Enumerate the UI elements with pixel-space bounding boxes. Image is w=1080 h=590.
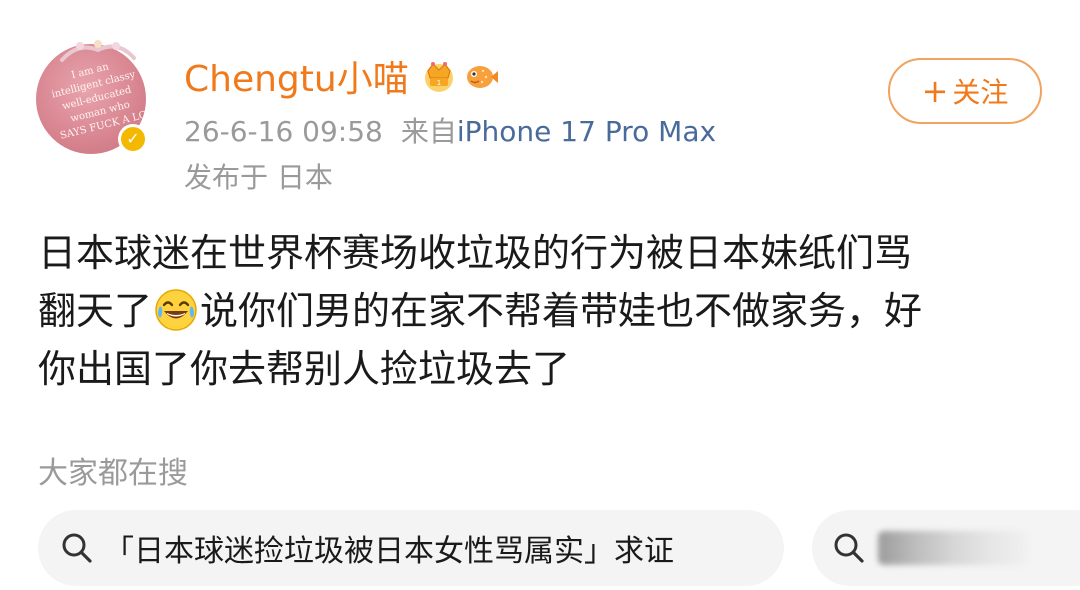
post-content: 日本球迷在世界杯赛场收垃圾的行为被日本妹纸们骂 翻天了 说你们男的在家不帮着带娃… [38,224,1048,398]
blurred-search-chip-label [878,531,1028,565]
pufferfish-badge-icon[interactable] [463,58,499,94]
search-icon [62,533,92,563]
search-chip[interactable] [812,510,1080,586]
post-location: 发布于 日本 [184,161,333,194]
search-chip[interactable]: 「日本球迷捡垃圾被日本女性骂属实」求证 [38,510,784,586]
author-name[interactable]: Chengtu小喵 [184,50,409,102]
post-text-segment: 翻天了 [38,289,153,333]
post-text-line-1: 日本球迷在世界杯赛场收垃圾的行为被日本妹纸们骂 [38,231,913,275]
source-prefix: 来自 [400,115,457,148]
trending-search-title: 大家都在搜 [38,456,188,491]
search-chip-label: 「日本球迷捡垃圾被日本女性骂属实」求证 [104,534,674,569]
search-icon [834,533,864,563]
follow-label: 关注 [952,76,1009,109]
author-avatar-wrap[interactable]: I am an intelligent classy well-educated… [36,40,154,162]
source-device[interactable]: iPhone 17 Pro Max [457,115,716,148]
post-meta: 26-6-16 09:58 来自iPhone 17 Pro Max [184,112,716,152]
laughing-crying-emoji-icon [155,289,197,331]
author-line: Chengtu小喵 1 [184,52,499,100]
post-text-segment: 说你们男的在家不帮着带娃也不做家务，好 [200,289,923,333]
follow-button[interactable]: + 关注 [888,58,1042,124]
plus-icon: + [921,72,949,110]
crown-badge-icon[interactable]: 1 [421,58,457,94]
post-text-line-2: 翻天了 说你们男的在家不帮着带娃也不做家务，好 [38,282,1048,340]
post-timestamp: 26-6-16 09:58 [184,115,383,148]
svg-text:1: 1 [436,79,440,87]
post-text-line-3: 你出国了你去帮别人捡垃圾去了 [38,347,571,391]
avatar-frame-ornament-icon [60,40,136,62]
verified-badge-icon: ✓ [118,124,148,154]
